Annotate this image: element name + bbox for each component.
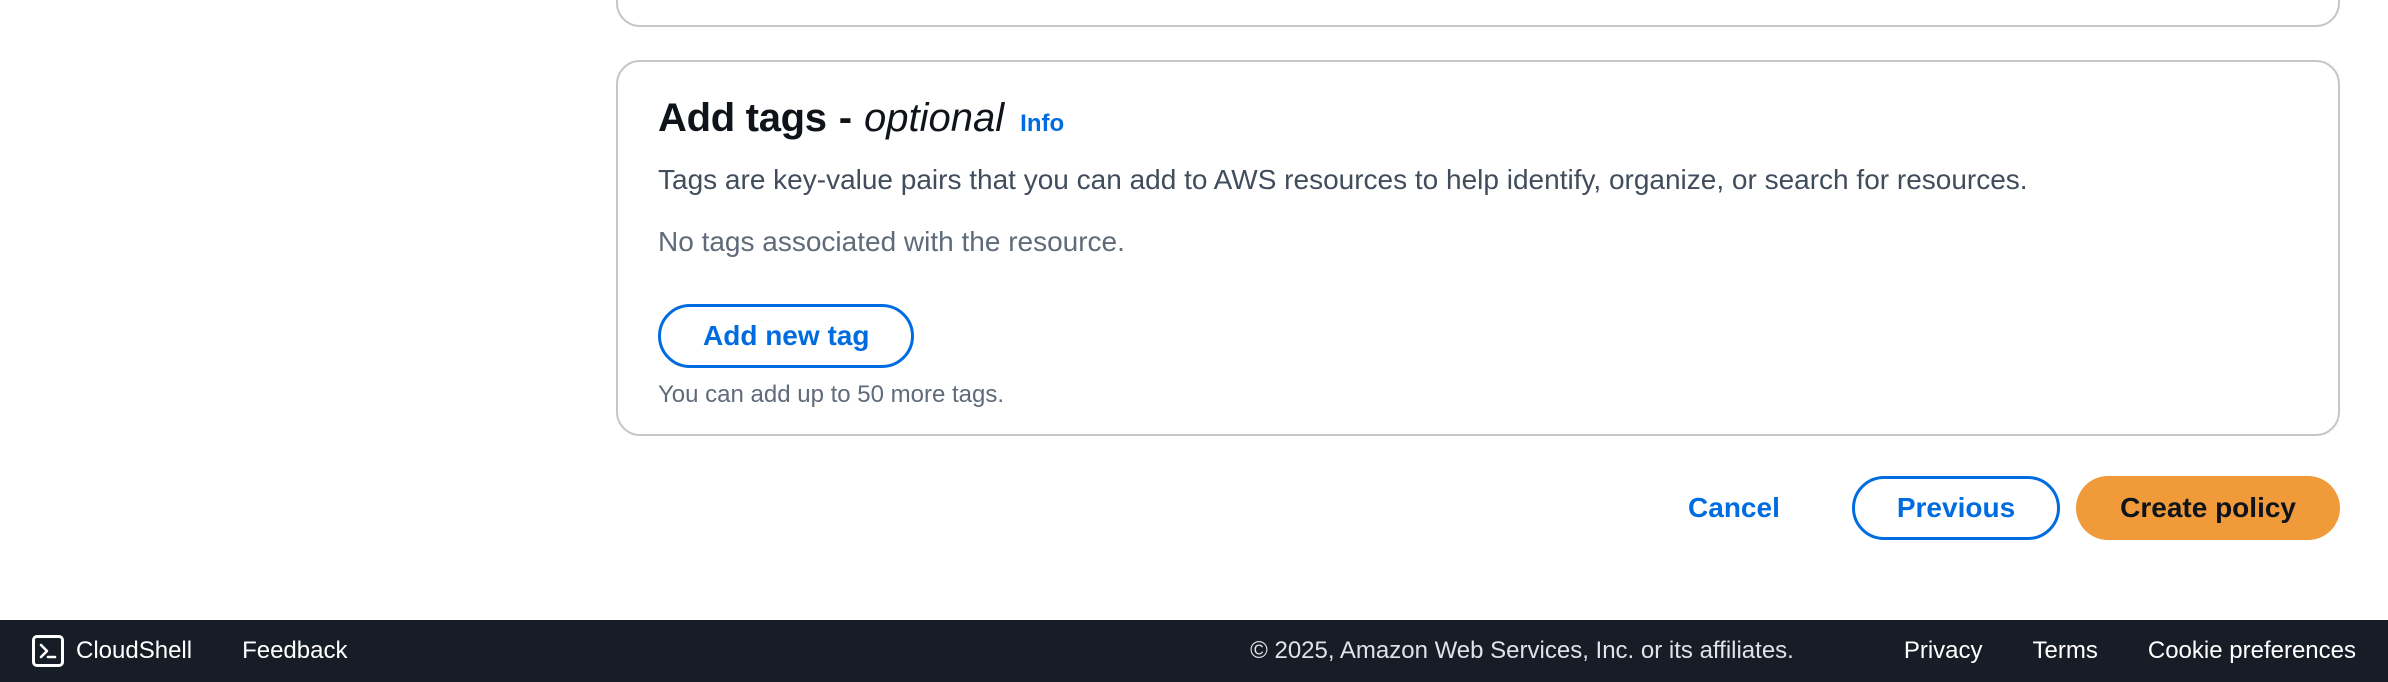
add-tags-container: Add tags - optional Info Tags are key-va…: [616, 60, 2340, 436]
privacy-link[interactable]: Privacy: [1904, 637, 1983, 665]
no-tags-text: No tags associated with the resource.: [658, 226, 1125, 257]
previous-section-container: [616, 0, 2340, 27]
title-separator: -: [838, 96, 853, 140]
info-link[interactable]: Info: [1020, 110, 1064, 138]
console-footer: CloudShell Feedback © 2025, Amazon Web S…: [0, 620, 2388, 682]
cancel-button[interactable]: Cancel: [1632, 476, 1836, 540]
create-policy-button[interactable]: Create policy: [2076, 476, 2340, 540]
footer-right: © 2025, Amazon Web Services, Inc. or its…: [1250, 637, 2388, 665]
footer-left: CloudShell Feedback: [0, 635, 347, 667]
cloudshell-label: CloudShell: [76, 637, 193, 664]
form-actions: Cancel Previous Create policy: [1632, 476, 2340, 540]
cloudshell-button[interactable]: CloudShell: [32, 635, 192, 667]
add-tags-title: Add tags: [658, 96, 827, 140]
feedback-link[interactable]: Feedback: [242, 637, 347, 665]
terminal-icon: [32, 635, 64, 667]
add-new-tag-button[interactable]: Add new tag: [658, 304, 915, 368]
title-optional: optional: [864, 96, 1005, 140]
copyright-text: © 2025, Amazon Web Services, Inc. or its…: [1250, 637, 1794, 664]
add-tags-header: Add tags - optional Info: [658, 96, 2298, 152]
previous-button[interactable]: Previous: [1851, 476, 2061, 540]
page: Add tags - optional Info Tags are key-va…: [0, 0, 2388, 682]
tags-limit-hint: You can add up to 50 more tags.: [658, 381, 1005, 408]
cookie-preferences-link[interactable]: Cookie preferences: [2148, 637, 2356, 665]
terms-link[interactable]: Terms: [2033, 637, 2098, 665]
tags-description: Tags are key-value pairs that you can ad…: [658, 164, 2028, 195]
